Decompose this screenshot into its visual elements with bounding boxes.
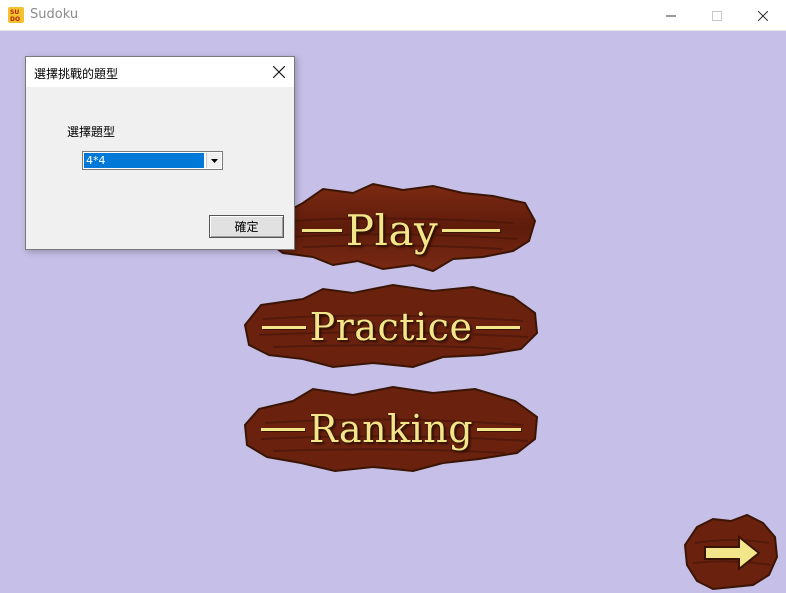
chevron-down-icon: [210, 158, 218, 163]
next-button[interactable]: [683, 513, 779, 591]
maximize-button[interactable]: [694, 0, 740, 31]
dialog-titlebar: 選擇挑戰的題型: [26, 57, 294, 87]
play-label: Play: [345, 205, 439, 255]
type-select-value: 4*4: [84, 153, 204, 168]
practice-button[interactable]: Practice: [243, 283, 539, 371]
practice-label: Practice: [309, 305, 473, 349]
close-button[interactable]: [740, 0, 786, 31]
close-icon: [758, 10, 768, 21]
dialog-title: 選擇挑戰的題型: [34, 67, 119, 81]
dialog-close-button[interactable]: [266, 59, 292, 85]
maximize-icon: [712, 10, 722, 21]
main-canvas: Play Practice Ranking 選擇挑戰的題型 選擇題型 4*4 確…: [0, 31, 786, 593]
right-arrow-icon: [683, 513, 779, 591]
play-button[interactable]: Play: [263, 181, 539, 279]
window-titlebar: SU DO Sudoku: [0, 0, 786, 31]
ok-button[interactable]: 確定: [209, 215, 284, 238]
dropdown-arrow-button[interactable]: [206, 153, 221, 168]
close-icon: [273, 66, 285, 78]
sudoku-app-icon: SU DO: [8, 7, 24, 23]
choose-type-dialog: 選擇挑戰的題型 選擇題型 4*4 確定: [25, 56, 295, 250]
ranking-label: Ranking: [308, 407, 474, 451]
minimize-button[interactable]: [648, 0, 694, 31]
type-field-label: 選擇題型: [67, 125, 116, 139]
type-select[interactable]: 4*4: [82, 151, 223, 170]
minimize-icon: [666, 15, 676, 16]
window-title: Sudoku: [30, 7, 79, 22]
svg-text:DO: DO: [10, 16, 20, 23]
svg-text:SU: SU: [10, 9, 19, 16]
ranking-button[interactable]: Ranking: [243, 383, 539, 475]
